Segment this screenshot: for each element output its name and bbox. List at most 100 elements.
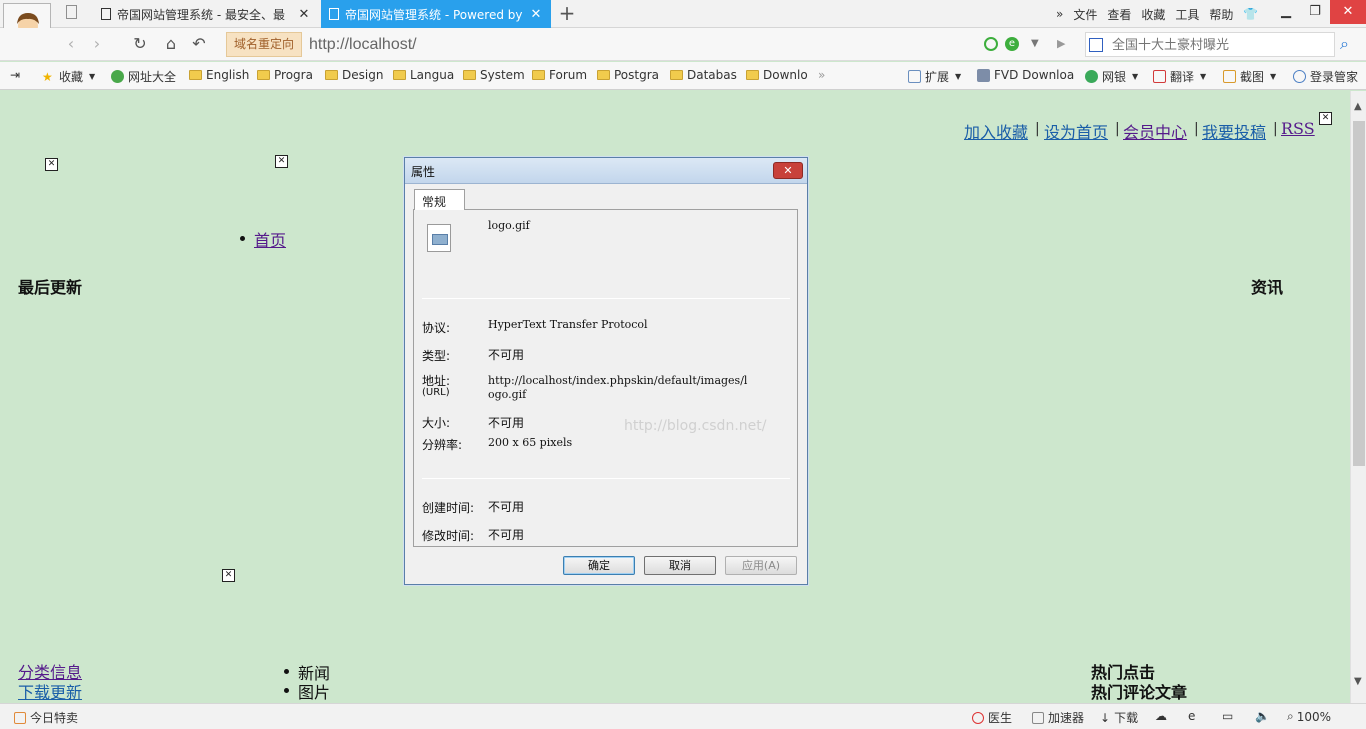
tab-close-icon[interactable]: ✕ [297, 7, 311, 22]
ie-engine-icon[interactable]: e [1005, 37, 1019, 51]
bookmark-folder-progra[interactable]: Progra [257, 68, 313, 82]
bookmark-sidebar-icon[interactable]: ⇥ [10, 68, 20, 82]
bookmark-favorites[interactable]: ★ 收藏 ▼ [42, 68, 95, 85]
daily-deals[interactable]: 今日特卖 [14, 709, 78, 726]
close-window-button[interactable]: ✕ [1330, 0, 1366, 24]
bookmark-folder-databas[interactable]: Databas [670, 68, 737, 82]
properties-dialog: 属性 ✕ 常规 logo.gif 协议: HyperText Transfer … [404, 157, 808, 585]
broken-image-icon[interactable]: ✕ [45, 158, 58, 171]
toolbar-extensions[interactable]: 扩展 ▼ [908, 68, 961, 85]
more-tabs-icon[interactable]: » [1056, 7, 1063, 21]
download-updates-link[interactable]: 下载更新 [18, 679, 82, 703]
tab-empire-cms-1[interactable]: 帝国网站管理系统 - 最安全、最 ✕ [93, 0, 319, 28]
download-icon [977, 68, 990, 82]
address-bar[interactable] [305, 32, 1075, 57]
bookmarks-overflow-icon[interactable]: » [818, 68, 825, 82]
tab-general[interactable]: 常规 [414, 189, 465, 210]
rss-link[interactable]: RSS [1281, 119, 1315, 138]
latest-updates-heading: 最后更新 [18, 278, 83, 297]
search-input[interactable] [1112, 35, 1327, 55]
folder-icon [532, 70, 545, 80]
vertical-scrollbar[interactable]: ▲ ▼ [1350, 91, 1366, 703]
folder-icon [597, 70, 610, 80]
address-value-line-1: http://localhost/index.phpskin/default/i… [488, 374, 748, 387]
broken-image-icon[interactable]: ✕ [275, 155, 288, 168]
separator: | [1035, 121, 1040, 137]
scroll-up-icon[interactable]: ▲ [1354, 101, 1362, 112]
go-button[interactable]: ▶ [1057, 37, 1065, 50]
menu-file[interactable]: 文件 [1073, 6, 1097, 23]
menu-bar: » 文件 查看 收藏 工具 帮助 👕 [1056, 0, 1268, 28]
list-item-images[interactable]: 图片 [298, 679, 330, 703]
scroll-down-icon[interactable]: ▼ [1354, 676, 1362, 687]
screen-icon[interactable]: ▭ [1222, 709, 1233, 723]
submit-article-link[interactable]: 我要投稿 [1202, 119, 1266, 143]
folder-icon [257, 70, 270, 80]
menu-tools[interactable]: 工具 [1175, 6, 1199, 23]
add-favorite-link[interactable]: 加入收藏 [964, 119, 1028, 143]
home-nav-link[interactable]: 首页 [254, 227, 286, 251]
toolbar-translate[interactable]: 翻译 ▼ [1153, 68, 1206, 85]
bookmark-folder-design[interactable]: Design [325, 68, 383, 82]
search-icon[interactable]: ⌕ [1340, 34, 1349, 54]
volume-icon[interactable]: 🔈 [1255, 709, 1270, 723]
undo-close-button[interactable]: ↶ [188, 33, 210, 55]
bookmark-folder-forum[interactable]: Forum [532, 68, 587, 82]
bank-icon [1085, 70, 1098, 83]
refresh-button[interactable]: ↻ [129, 33, 151, 55]
ie-mode-icon[interactable]: e [1188, 709, 1195, 723]
menu-view[interactable]: 查看 [1107, 6, 1131, 23]
dialog-titlebar[interactable]: 属性 ✕ [405, 158, 807, 184]
skin-icon[interactable]: 👕 [1243, 7, 1258, 21]
broken-image-icon[interactable]: ✕ [1319, 112, 1332, 125]
apply-button[interactable]: 应用(A) [725, 556, 797, 575]
set-homepage-link[interactable]: 设为首页 [1044, 119, 1108, 143]
domain-redirect-badge[interactable]: 域名重定向 [226, 32, 302, 57]
divider [422, 478, 790, 479]
bookmark-folder-downlo[interactable]: Downlo [746, 68, 808, 82]
menu-favorites[interactable]: 收藏 [1141, 6, 1165, 23]
scroll-thumb[interactable] [1353, 121, 1365, 466]
browser-doctor[interactable]: 医生 [972, 709, 1012, 726]
tab-empire-cms-2-active[interactable]: 帝国网站管理系统 - Powered by ✕ [321, 0, 551, 28]
toolbar-screenshot[interactable]: 截图 ▼ [1223, 68, 1276, 85]
menu-help[interactable]: 帮助 [1209, 6, 1233, 23]
back-button[interactable]: ‹ [60, 33, 82, 55]
home-button[interactable]: ⌂ [160, 33, 182, 55]
tab-title: 帝国网站管理系统 - Powered by [345, 7, 523, 22]
minimize-button[interactable]: ▁ [1272, 0, 1300, 24]
scissors-icon [1223, 70, 1236, 83]
cancel-button[interactable]: 取消 [644, 556, 716, 575]
ok-button[interactable]: 确定 [563, 556, 635, 575]
cloud-icon[interactable]: ☁ [1155, 709, 1167, 723]
bookmark-folder-english[interactable]: English [189, 68, 249, 82]
forward-button[interactable]: › [86, 33, 108, 55]
toolbar-fvd-downloader[interactable]: FVD Downloa [977, 68, 1074, 82]
bookmark-folder-system[interactable]: System [463, 68, 525, 82]
bookmark-folder-postgra[interactable]: Postgra [597, 68, 659, 82]
globe-icon [111, 70, 124, 83]
downloads[interactable]: ↓ 下载 [1100, 709, 1138, 726]
address-value-line-2: ogo.gif [488, 388, 527, 401]
search-engine-icon[interactable] [1089, 38, 1103, 52]
broken-image-icon[interactable]: ✕ [222, 569, 235, 582]
maximize-button[interactable]: ❐ [1301, 0, 1329, 24]
toolbar-ebank[interactable]: 网银 ▼ [1085, 68, 1138, 85]
zoom-control[interactable]: ⌕ 100% [1287, 709, 1331, 724]
sidebar-page-icon[interactable] [66, 5, 77, 19]
doctor-icon [972, 711, 984, 724]
bookmark-url-directory[interactable]: 网址大全 [111, 68, 176, 85]
tab-close-icon[interactable]: ✕ [529, 7, 543, 22]
grid-icon [908, 70, 921, 83]
protocol-value: HyperText Transfer Protocol [488, 318, 648, 331]
toolbar-login-manager[interactable]: 登录管家 [1293, 68, 1358, 85]
bookmark-folder-langua[interactable]: Langua [393, 68, 454, 82]
dialog-close-button[interactable]: ✕ [773, 162, 803, 179]
accelerator[interactable]: 加速器 [1032, 709, 1084, 726]
compat-mode-icon[interactable] [984, 37, 998, 51]
folder-icon [670, 70, 683, 80]
member-center-link[interactable]: 会员中心 [1123, 119, 1187, 143]
page-icon [329, 8, 339, 20]
chevron-down-icon[interactable]: ▼ [1031, 38, 1039, 49]
new-tab-button[interactable]: + [558, 3, 576, 23]
